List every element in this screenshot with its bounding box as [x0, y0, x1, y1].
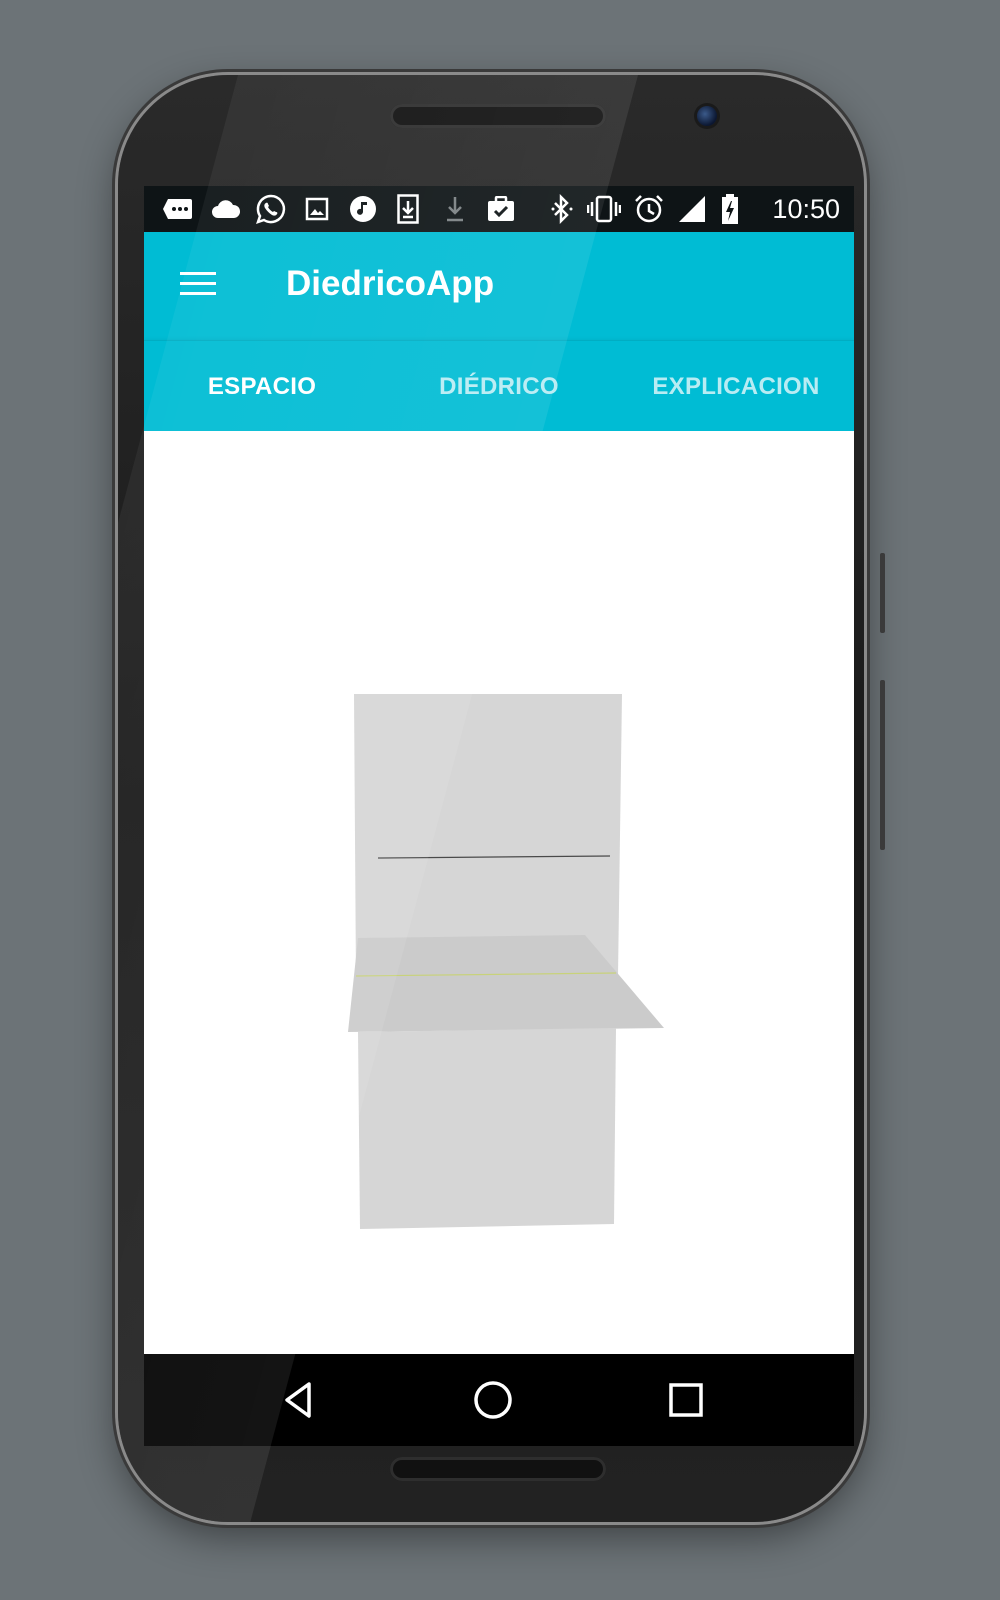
tab-diedrico[interactable]: DIÉDRICO [381, 341, 617, 432]
earpiece-speaker [390, 104, 606, 128]
image-icon [304, 194, 330, 224]
volume-button [880, 553, 885, 633]
dihedral-canvas [348, 694, 664, 1229]
message-icon [162, 194, 194, 224]
download-icon [443, 194, 467, 224]
status-bar: 10:50 [144, 186, 854, 232]
power-button [880, 680, 885, 850]
tab-explicacion[interactable]: EXPLICACION [618, 341, 854, 432]
home-circle-icon[interactable] [469, 1376, 517, 1424]
alarm-icon [634, 194, 664, 224]
whatsapp-icon [254, 194, 288, 224]
navigation-bar [144, 1354, 854, 1446]
music-icon [348, 194, 378, 224]
signal-icon [677, 194, 707, 224]
clipboard-check-icon [486, 194, 516, 224]
bottom-speaker [390, 1457, 606, 1481]
app-bar: DiedricoApp [144, 232, 854, 340]
front-camera [697, 106, 717, 126]
battery-charging-icon [720, 194, 740, 224]
tab-bar: ESPACIO DIÉDRICO EXPLICACION [144, 340, 854, 432]
phone-screen: 10:50 DiedricoApp ESPACIO DIÉDRICO EXPLI… [144, 186, 854, 1446]
recents-square-icon[interactable] [662, 1376, 710, 1424]
cloud-icon [210, 194, 242, 224]
back-triangle-icon[interactable] [275, 1376, 323, 1424]
app-title: DiedricoApp [286, 264, 495, 303]
status-time: 10:50 [772, 194, 840, 224]
menu-icon[interactable] [180, 268, 216, 304]
dihedral-3d-view[interactable] [144, 431, 854, 1339]
tab-espacio[interactable]: ESPACIO [144, 341, 380, 432]
bluetooth-icon [550, 194, 574, 224]
download-icon [396, 194, 420, 224]
vertical-plane-lower [358, 1028, 616, 1229]
vibrate-icon [587, 194, 621, 224]
